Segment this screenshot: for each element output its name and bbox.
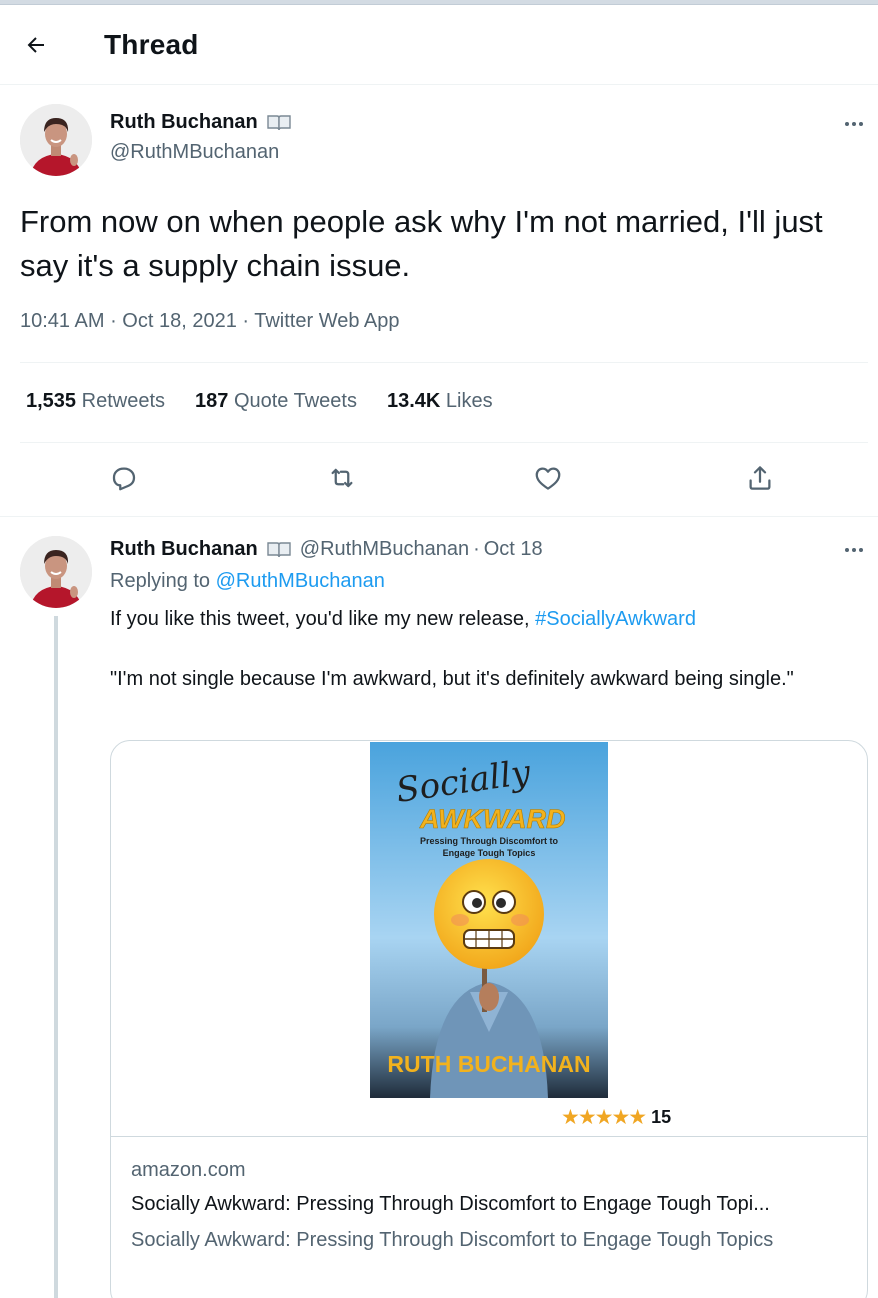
more-options-button[interactable] [840, 540, 868, 560]
more-dot-icon [859, 122, 863, 126]
open-book-icon [267, 114, 291, 130]
retweets-count: 1,535 [26, 390, 77, 412]
like-button[interactable] [528, 456, 568, 500]
quotes-count: 187 [195, 390, 229, 412]
svg-text:Engage Tough Topics: Engage Tough Topics [443, 848, 536, 858]
likes-label: Likes [445, 390, 493, 412]
profile-photo [20, 536, 92, 608]
divider [0, 516, 878, 517]
tweet-text: From now on when people ask why I'm not … [20, 204, 823, 283]
card-media: Socially AWKWARD Pressing Through Discom… [111, 741, 867, 1137]
reply-button[interactable] [104, 456, 144, 500]
like-icon [535, 467, 561, 490]
more-dot-icon [859, 548, 863, 552]
more-dot-icon [845, 548, 849, 552]
card-description: Socially Awkward: Pressing Through Disco… [131, 1229, 774, 1251]
tweet-date[interactable]: Oct 18 [484, 538, 543, 561]
replying-to: Replying to @RuthMBuchanan [110, 570, 385, 593]
thread-header: Thread [0, 5, 878, 85]
back-button[interactable] [18, 27, 54, 63]
avatar[interactable] [20, 104, 92, 176]
reply-quote: "I'm not single because I'm awkward, but… [110, 668, 794, 690]
tweet-actions [0, 456, 878, 506]
quote-tweets-stat[interactable]: 187 Quote Tweets [195, 390, 357, 413]
avatar[interactable] [20, 536, 92, 608]
tweet-time[interactable]: 10:41 AM [20, 310, 105, 332]
likes-stat[interactable]: 13.4K Likes [387, 390, 493, 413]
reply-text-line: If you like this tweet, you'd like my ne… [110, 604, 850, 634]
author-handle[interactable]: @RuthMBuchanan [110, 141, 279, 164]
author-name[interactable]: Ruth Buchanan [110, 111, 258, 134]
meta-separator: · [242, 310, 255, 332]
author-name[interactable]: Ruth Buchanan [110, 538, 258, 561]
tweet-date[interactable]: Oct 18, 2021 [122, 310, 237, 332]
retweet-icon [331, 468, 353, 488]
profile-photo [20, 104, 92, 176]
retweets-label: Retweets [81, 390, 165, 412]
author-name-line: Ruth Buchanan [110, 111, 292, 134]
tweet-meta: 10:41 AM · Oct 18, 2021 · Twitter Web Ap… [20, 310, 400, 333]
divider [20, 442, 868, 443]
reply-text: If you like this tweet, you'd like my ne… [110, 604, 850, 694]
svg-text:RUTH BUCHANAN: RUTH BUCHANAN [387, 1051, 590, 1077]
more-dot-icon [845, 122, 849, 126]
reply-header: Ruth Buchanan @RuthMBuchanan · Oct 18 [110, 538, 543, 561]
page-title: Thread [104, 29, 199, 60]
hashtag-link[interactable]: #SociallyAwkward [535, 608, 696, 630]
card-domain: amazon.com [131, 1159, 246, 1181]
retweets-stat[interactable]: 1,535 Retweets [26, 390, 165, 413]
back-arrow-icon [27, 37, 44, 53]
more-options-button[interactable] [840, 114, 868, 134]
divider [20, 362, 868, 363]
reply-text-body: If you like this tweet, you'd like my ne… [110, 608, 530, 630]
likes-count: 13.4K [386, 390, 441, 412]
share-icon [749, 466, 771, 490]
meta-separator: · [110, 310, 123, 332]
rating-stars-icon: ★★★★★ [561, 1106, 647, 1129]
author-handle[interactable]: @RuthMBuchanan [300, 538, 469, 561]
reply-icon [112, 467, 136, 491]
share-button[interactable] [740, 456, 780, 500]
more-dot-icon [852, 122, 856, 126]
link-preview-card[interactable]: Socially AWKWARD Pressing Through Discom… [110, 740, 868, 1298]
tweet-source[interactable]: Twitter Web App [254, 310, 399, 332]
open-book-icon [267, 541, 291, 557]
retweet-button[interactable] [322, 456, 362, 500]
book-cover-image: Socially AWKWARD Pressing Through Discom… [370, 742, 608, 1098]
replying-label: Replying to [110, 570, 211, 592]
tweet-stats: 1,535 Retweets 187 Quote Tweets 13.4K Li… [26, 390, 493, 413]
replying-handle-link[interactable]: @RuthMBuchanan [216, 570, 385, 592]
meta-separator: · [473, 538, 480, 560]
quotes-label: Quote Tweets [233, 390, 357, 412]
thread-connector-line [54, 616, 58, 1298]
rating-count: 15 [651, 1107, 672, 1127]
svg-text:AWKWARD: AWKWARD [419, 804, 565, 834]
rating: ★★★★★ 15 [561, 1105, 671, 1130]
card-title: Socially Awkward: Pressing Through Disco… [131, 1193, 770, 1215]
more-dot-icon [852, 548, 856, 552]
svg-text:Pressing Through Discomfort to: Pressing Through Discomfort to [420, 836, 559, 846]
